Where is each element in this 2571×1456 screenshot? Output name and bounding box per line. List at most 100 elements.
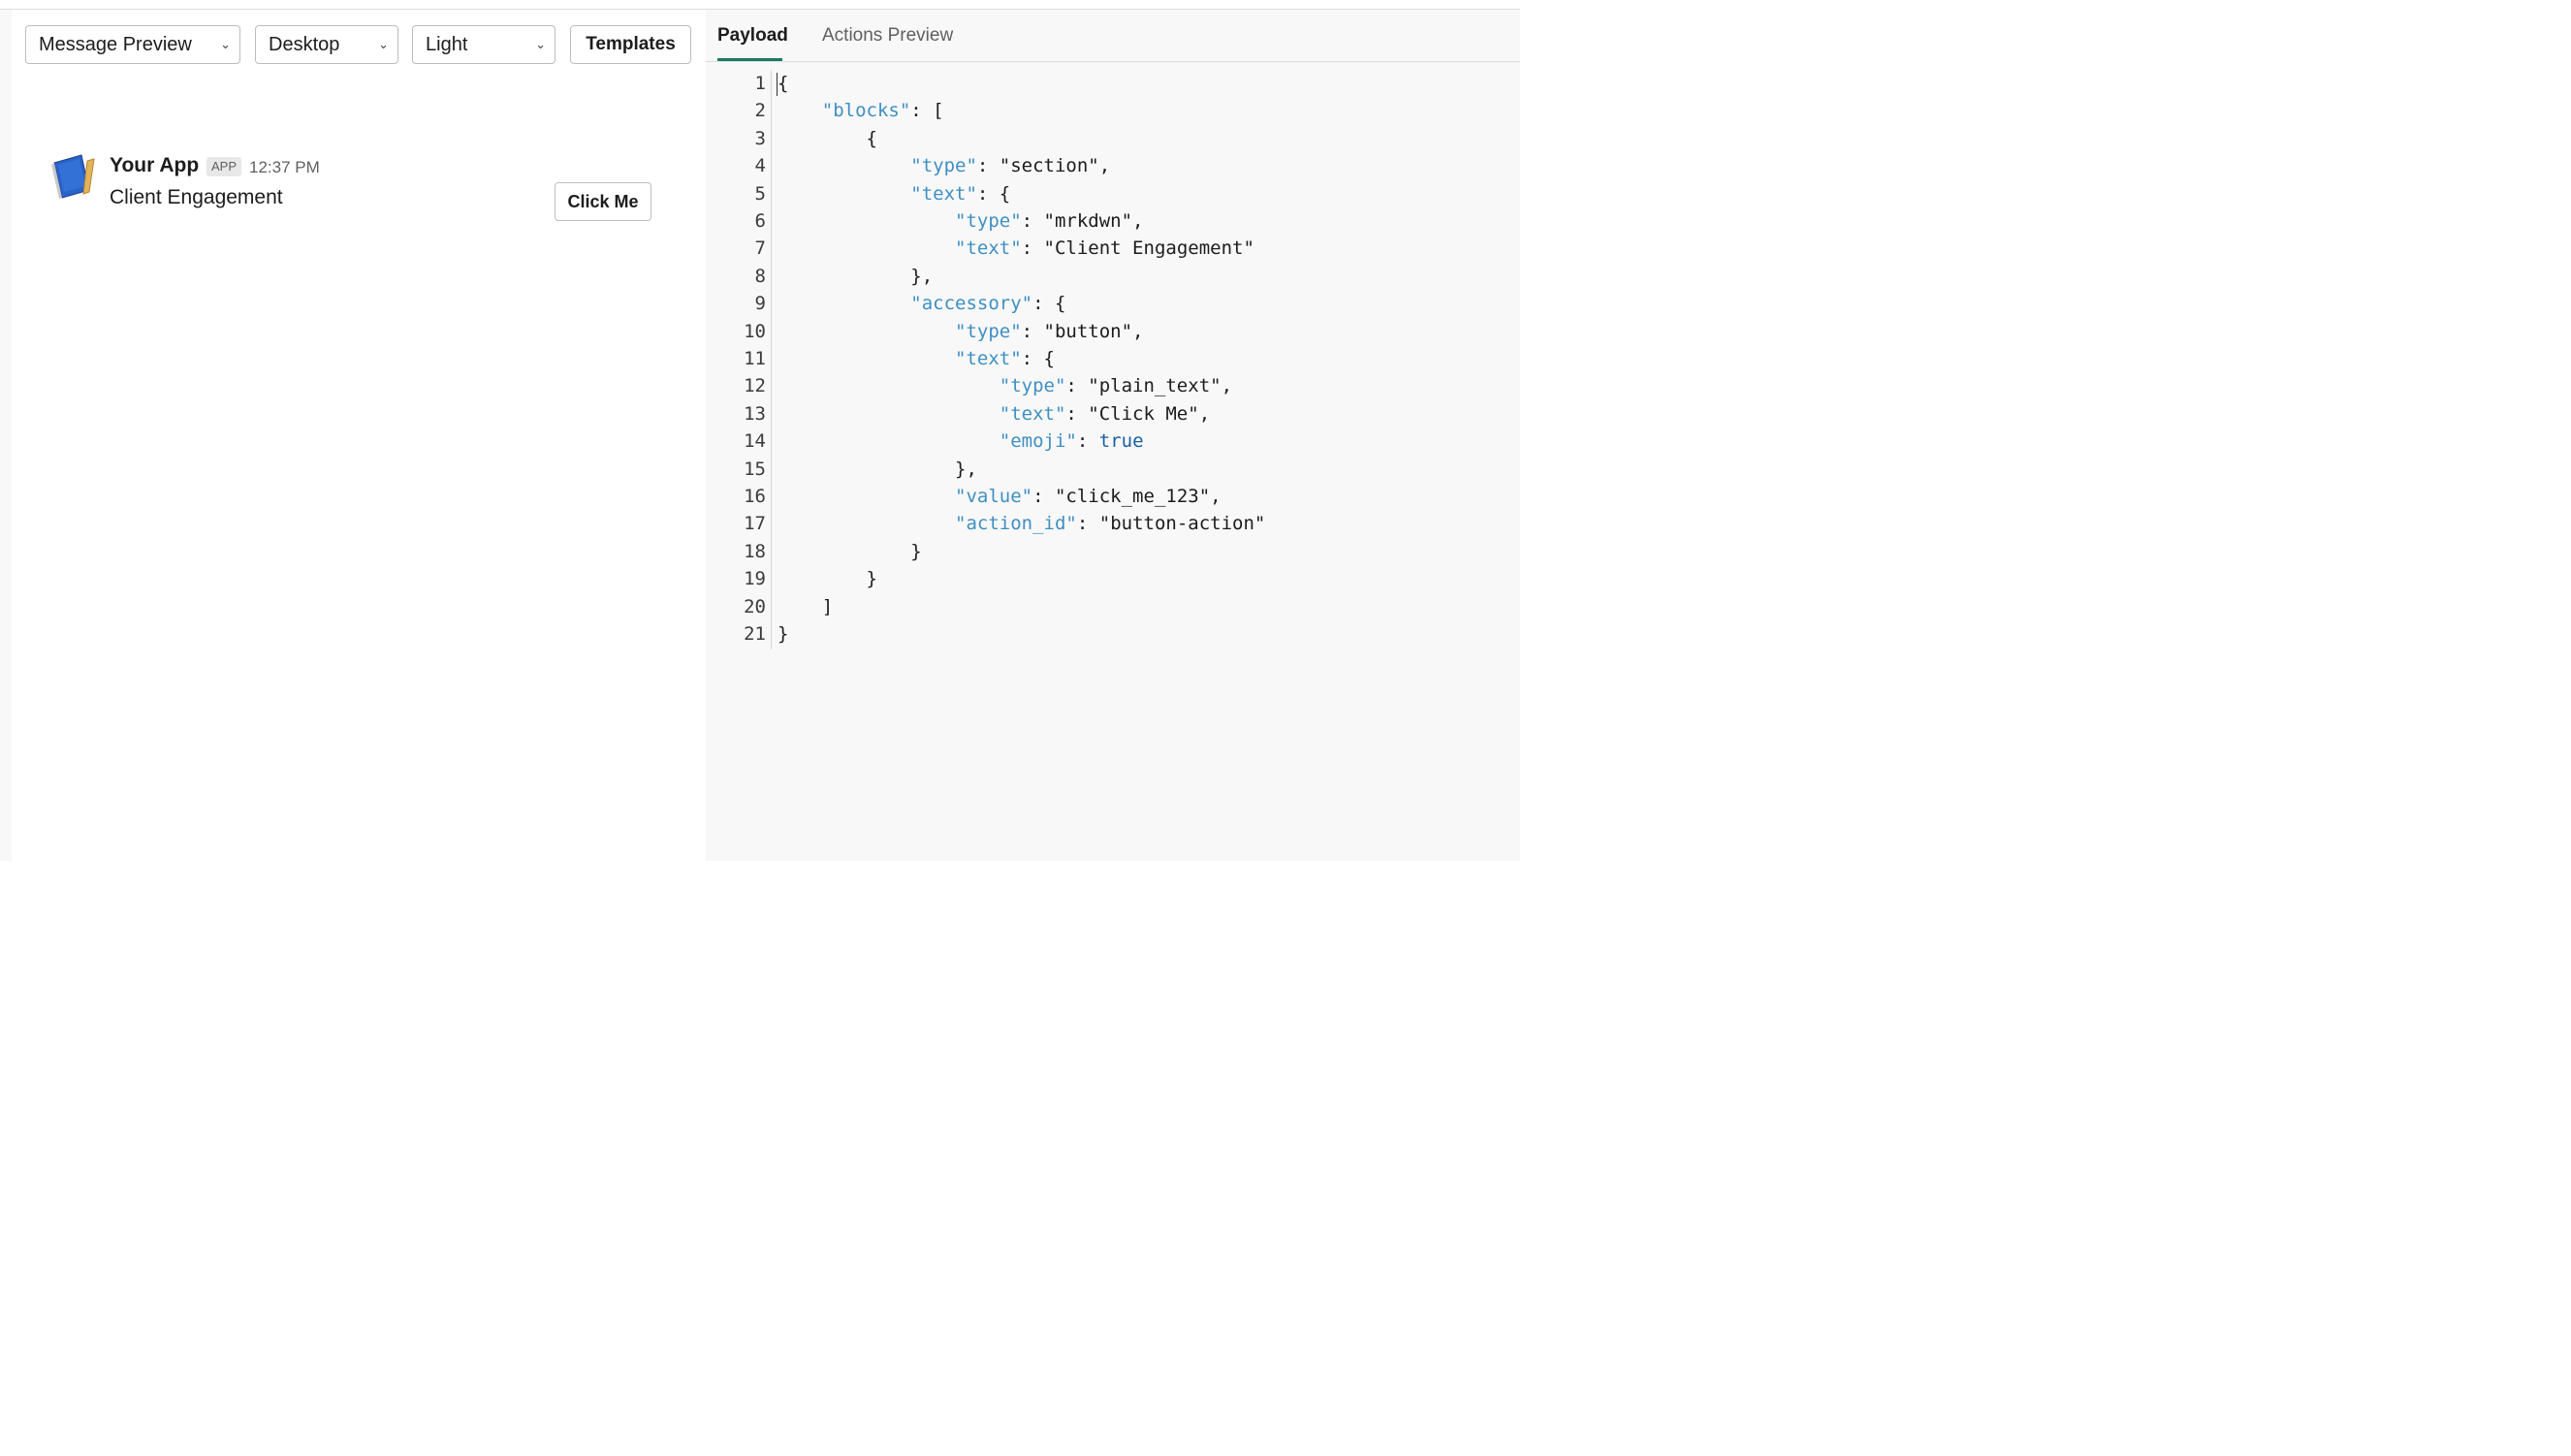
json-token: } <box>778 540 922 562</box>
message-text: Client Engagement <box>110 186 283 208</box>
code-line[interactable]: "action_id": "button-action" <box>778 510 1265 537</box>
left-edge-strip <box>0 10 12 861</box>
code-line[interactable]: "emoji": true <box>778 427 1144 455</box>
app-name[interactable]: Your App <box>110 154 199 177</box>
line-number: 12 <box>744 375 766 397</box>
json-key: "accessory" <box>910 293 1033 315</box>
line-number: 14 <box>744 430 766 453</box>
code-line[interactable]: } <box>778 538 922 565</box>
code-line[interactable]: } <box>778 620 788 648</box>
code-line[interactable]: "text": { <box>778 345 1055 372</box>
json-token: }, <box>778 265 934 287</box>
click-me-button[interactable]: Click Me <box>555 182 651 221</box>
code-line[interactable]: { <box>778 125 877 152</box>
message-preview: Your App APP 12:37 PM Client Engagement … <box>48 151 669 229</box>
json-key: "action_id" <box>955 513 1077 535</box>
json-key: "value" <box>955 486 1033 507</box>
json-token: { <box>778 127 877 149</box>
code-line[interactable]: }, <box>778 263 933 290</box>
code-line[interactable]: ] <box>778 593 833 620</box>
line-number: 7 <box>754 237 766 260</box>
code-line[interactable]: "text": "Click Me", <box>778 400 1210 427</box>
json-token: } <box>778 623 789 645</box>
code-line[interactable]: "blocks": [ <box>778 97 944 124</box>
json-token: : "Client Engagement" <box>1021 237 1254 260</box>
chevron-down-icon: ⌄ <box>220 37 231 51</box>
code-line[interactable]: } <box>778 565 877 592</box>
line-number: 2 <box>754 100 766 122</box>
json-token: : { <box>1032 293 1066 315</box>
json-key: "type" <box>910 155 977 177</box>
code-line[interactable]: "type": "mrkdwn", <box>778 207 1144 235</box>
json-token: : "plain_text", <box>1065 375 1233 397</box>
json-token: : "click_me_123", <box>1032 486 1222 507</box>
active-tab-indicator <box>717 58 782 61</box>
code-line[interactable]: "type": "section", <box>778 152 1110 179</box>
tab-payload[interactable]: Payload <box>717 25 788 47</box>
code-line[interactable]: "text": "Client Engagement" <box>778 235 1254 262</box>
line-number: 10 <box>744 320 766 342</box>
json-token: : <box>1076 430 1099 453</box>
json-token: : "Click Me", <box>1065 402 1211 425</box>
code-line[interactable]: "type": "button", <box>778 318 1144 345</box>
line-number: 17 <box>744 513 766 535</box>
app-badge: APP <box>206 157 242 176</box>
preview-mode-select[interactable]: Message Preview ⌄ <box>25 25 240 64</box>
json-token: { <box>778 73 789 94</box>
json-token: }, <box>778 458 977 480</box>
line-number: 18 <box>744 540 766 562</box>
code-line[interactable]: }, <box>778 456 977 483</box>
line-number: 1 <box>754 73 766 94</box>
json-token: } <box>778 568 877 590</box>
tab-actions-preview[interactable]: Actions Preview <box>822 25 953 47</box>
json-key: "type" <box>999 375 1066 397</box>
line-number: 6 <box>754 210 766 232</box>
json-key: "type" <box>955 320 1022 342</box>
preview-mode-value: Message Preview <box>39 34 192 55</box>
json-key: "text" <box>955 348 1022 369</box>
chevron-down-icon: ⌄ <box>535 37 546 51</box>
json-token: : { <box>976 182 1011 205</box>
line-number: 3 <box>754 127 766 149</box>
line-number: 16 <box>744 486 766 507</box>
code-line[interactable]: { <box>778 70 788 97</box>
line-number: 19 <box>744 568 766 590</box>
code-line[interactable]: "type": "plain_text", <box>778 372 1232 399</box>
json-key: "text" <box>910 182 977 205</box>
line-number: 15 <box>744 458 766 480</box>
json-token: : [ <box>910 100 944 122</box>
top-bar <box>0 0 1520 10</box>
json-boolean: true <box>1098 430 1144 453</box>
json-token: : { <box>1021 348 1055 369</box>
json-key: "emoji" <box>999 430 1077 453</box>
app-avatar-book-icon <box>51 154 95 199</box>
code-line[interactable]: "value": "click_me_123", <box>778 483 1222 510</box>
code-line[interactable]: "accessory": { <box>778 290 1065 317</box>
line-number: 13 <box>744 402 766 425</box>
json-token: : "mrkdwn", <box>1021 210 1144 232</box>
line-number: 9 <box>754 293 766 315</box>
theme-select[interactable]: Light ⌄ <box>412 25 555 64</box>
message-timestamp[interactable]: 12:37 PM <box>249 158 320 177</box>
line-number: 4 <box>754 155 766 177</box>
json-token: : "button-action" <box>1076 513 1266 535</box>
templates-button[interactable]: Templates <box>570 25 691 64</box>
preview-pane: Message Preview ⌄ Desktop ⌄ Light ⌄ Temp… <box>12 10 706 861</box>
line-number: 5 <box>754 182 766 205</box>
line-number: 20 <box>744 595 766 617</box>
json-code-editor[interactable]: 1{2 "blocks": [3 {4 "type": "section", 5 … <box>706 68 1520 669</box>
json-token: : "button", <box>1021 320 1144 342</box>
code-line[interactable]: "text": { <box>778 180 1010 207</box>
device-select[interactable]: Desktop ⌄ <box>255 25 398 64</box>
